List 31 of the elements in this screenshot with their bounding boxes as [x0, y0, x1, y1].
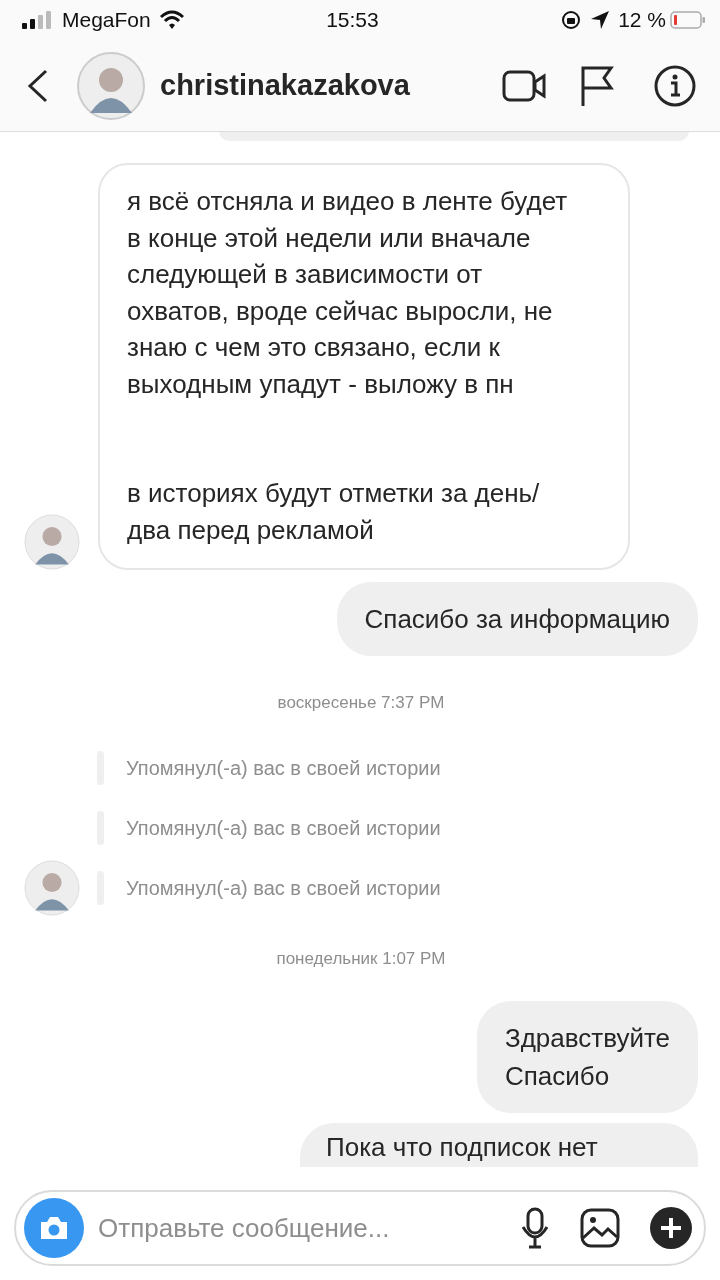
battery-icon	[670, 11, 706, 29]
microphone-icon[interactable]	[520, 1207, 550, 1249]
avatar-icon	[24, 859, 80, 916]
message-field[interactable]: Отправьте сообщение...	[14, 1190, 706, 1266]
message-text: Здравствуйте Спасибо	[504, 1022, 670, 1093]
message-text: я всё отсняла и видео в ленте будет в конце этой недели или вначале следующей в зависимости от охватов, вроде сейчас выросли, не знаю с чем это связано, если к выходным упадут - выложу в пн	[127, 185, 569, 401]
rotation-lock-icon	[560, 9, 583, 31]
location-arrow-icon	[590, 10, 611, 30]
message-text: Спасибо за информацию	[364, 603, 670, 636]
video-camera-icon[interactable]	[502, 68, 546, 103]
gallery-icon[interactable]	[580, 1208, 620, 1248]
mention-text: Упомянул(-а) вас в своей истории	[126, 755, 441, 781]
timestamp: понедельник 1:07 PM	[276, 948, 446, 968]
flag-icon[interactable]	[580, 64, 614, 107]
camera-icon	[38, 1215, 70, 1241]
wifi-icon	[158, 10, 185, 30]
mention-text: Упомянул(-а) вас в своей истории	[126, 815, 441, 841]
message-text: Пока что подписок нет	[326, 1131, 599, 1163]
add-icon[interactable]	[650, 1207, 692, 1249]
signal-icon	[22, 11, 54, 29]
message-input[interactable]: Отправьте сообщение...	[96, 1207, 520, 1249]
message-text: в историях будут отметки за день/ два перед рекламой	[127, 477, 541, 547]
back-icon[interactable]	[26, 68, 50, 103]
camera-button[interactable]	[24, 1198, 84, 1258]
mention-text: Упомянул(-а) вас в своей истории	[126, 875, 441, 901]
battery-percent: 12 %	[618, 7, 666, 34]
clock-time: 15:53	[325, 7, 380, 34]
info-icon[interactable]	[654, 64, 696, 107]
carrier-name: MegaFon	[62, 7, 151, 34]
avatar-icon[interactable]	[76, 50, 146, 121]
timestamp: воскресенье 7:37 PM	[277, 693, 445, 712]
